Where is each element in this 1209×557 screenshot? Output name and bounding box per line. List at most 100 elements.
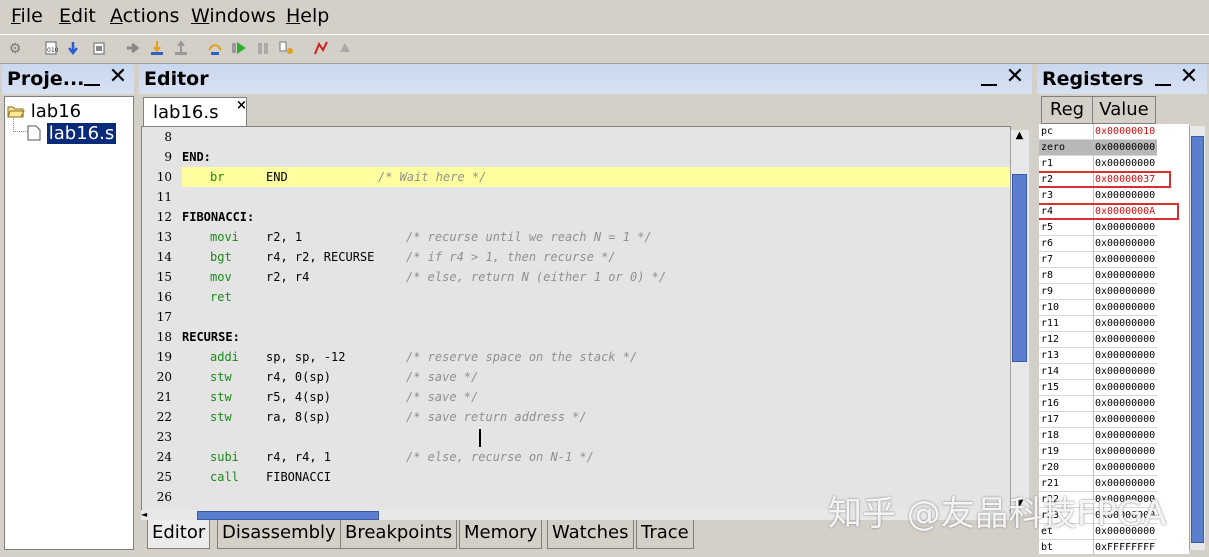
register-value[interactable]: 0xFFFFFFFF [1094,540,1157,554]
continue-icon[interactable] [124,40,142,58]
register-value[interactable]: 0x00000000 [1094,252,1157,268]
register-row[interactable]: r7 0x00000000 [1039,252,1157,268]
register-value[interactable]: 0x00000000 [1094,220,1157,236]
minimize-button[interactable] [981,68,997,88]
register-row[interactable]: r1 0x00000000 [1039,156,1157,172]
register-value[interactable]: 0x00000000 [1094,332,1157,348]
menu-edit[interactable]: Edit [59,5,96,27]
file-tab[interactable]: lab16.s × [143,97,247,126]
code-line[interactable]: subi r4, r4, 1 /* else, recurse on N-1 */ [182,447,1010,467]
register-row[interactable]: r20 0x00000000 [1039,460,1157,476]
menu-help[interactable]: Help [286,5,329,27]
register-row[interactable]: r12 0x00000000 [1039,332,1157,348]
close-button[interactable]: ✕ [108,65,128,89]
download-icon[interactable] [64,40,82,58]
register-row[interactable]: r13 0x00000000 [1039,348,1157,364]
register-value[interactable]: 0x00000000 [1094,460,1157,476]
tab-memory[interactable]: Memory [459,520,543,549]
editor-vertical-scrollbar[interactable]: ▲ ▼ [1010,130,1029,514]
register-value[interactable]: 0x00000000 [1094,300,1157,316]
register-value[interactable]: 0x00000000 [1094,236,1157,252]
code-line[interactable]: addi sp, sp, -12 /* reserve space on the s… [182,347,1010,367]
tab-trace[interactable]: Trace [636,520,694,549]
register-value[interactable]: 0x00000000 [1094,316,1157,332]
tab-editor[interactable]: Editor [147,520,211,549]
register-value[interactable]: 0x00000000 [1094,140,1157,156]
code-line[interactable] [182,127,1010,147]
register-value[interactable]: 0x00000000 [1094,268,1157,284]
step-into-icon[interactable] [148,40,166,58]
menu-windows[interactable]: Windows [191,5,276,27]
register-value[interactable]: 0x00000000 [1094,188,1157,204]
scroll-thumb[interactable] [1012,174,1027,362]
breakpoint-icon[interactable] [312,40,330,58]
col-reg-header[interactable]: Reg [1041,96,1093,124]
code-line[interactable]: call FIBONACCI [182,467,1010,487]
register-value[interactable]: 0x00000000 [1094,284,1157,300]
code-line[interactable]: RECURSE: [182,327,1010,347]
register-row[interactable]: r5 0x00000000 [1039,220,1157,236]
register-row[interactable]: r18 0x00000000 [1039,428,1157,444]
code-line[interactable]: stw r4, 0(sp) /* save */ [182,367,1010,387]
col-value-header[interactable]: Value [1092,96,1156,124]
register-value[interactable]: 0x00000010 [1094,124,1157,140]
register-row[interactable]: pc 0x00000010 [1039,124,1157,140]
reset-icon[interactable] [336,40,354,58]
code-line[interactable]: ret [182,287,1010,307]
register-row[interactable]: r8 0x00000000 [1039,268,1157,284]
code-line[interactable]: END: [182,147,1010,167]
menu-actions[interactable]: Actions [110,5,179,27]
menu-file[interactable]: File [11,5,43,27]
register-row[interactable]: zero 0x00000000 [1039,140,1157,156]
pause-icon[interactable] [254,40,272,58]
register-value[interactable]: 0x00000000 [1094,348,1157,364]
hscroll-thumb[interactable] [197,511,379,520]
register-row[interactable]: r11 0x00000000 [1039,316,1157,332]
code-line[interactable] [182,307,1010,327]
registers-scroll-thumb[interactable] [1191,136,1204,543]
register-row[interactable]: r19 0x00000000 [1039,444,1157,460]
register-value[interactable]: 0x00000000 [1094,396,1157,412]
code-editor[interactable]: 8 9 10 11 12 13 14 15 16 17 18 19 20 21 22 23 24 25 26 END… [141,126,1011,511]
load-icon[interactable]: 010 [42,40,60,58]
gear-icon[interactable]: ⚙ [6,40,24,58]
step-out-icon[interactable] [172,40,190,58]
register-value[interactable]: 0x00000000 [1094,428,1157,444]
close-button[interactable]: ✕ [1179,65,1199,89]
register-value[interactable]: 0x00000000 [1094,364,1157,380]
minimize-button[interactable] [1155,68,1171,88]
code-line[interactable]: br END /* Wait here */ [182,167,1010,187]
register-row[interactable]: r14 0x00000000 [1039,364,1157,380]
minimize-button[interactable] [84,68,100,88]
code-line[interactable]: stw ra, 8(sp) /* save return address */ [182,407,1010,427]
register-row[interactable]: r3 0x00000000 [1039,188,1157,204]
register-row[interactable]: r10 0x00000000 [1039,300,1157,316]
tab-disassembly[interactable]: Disassembly [217,520,341,549]
run-icon[interactable] [230,40,248,58]
register-row[interactable]: r6 0x00000000 [1039,236,1157,252]
scroll-left-icon[interactable]: ◄ [141,510,147,519]
code-line[interactable] [182,187,1010,207]
step-over-icon[interactable] [206,40,224,58]
register-value[interactable]: 0x00000000 [1094,444,1157,460]
register-row[interactable]: r16 0x00000000 [1039,396,1157,412]
tab-close-icon[interactable]: × [236,98,247,113]
scroll-up-icon[interactable]: ▲ [1012,130,1027,145]
code-line[interactable]: movi r2, 1 /* recurse until we reach N = 1… [182,227,1010,247]
code-line[interactable]: mov r2, r4 /* else, return N (either 1 or … [182,267,1010,287]
register-row[interactable]: r9 0x00000000 [1039,284,1157,300]
restart-icon[interactable] [278,40,296,58]
register-row[interactable]: r15 0x00000000 [1039,380,1157,396]
register-value[interactable]: 0x00000000 [1094,156,1157,172]
code-line[interactable]: stw r5, 4(sp) /* save */ [182,387,1010,407]
code-line[interactable]: bgt r4, r2, RECURSE /* if r4 > 1, then rec… [182,247,1010,267]
compile-load-icon[interactable] [90,40,108,58]
tab-watches[interactable]: Watches [547,520,634,549]
registers-vertical-scrollbar[interactable] [1189,126,1205,550]
register-value[interactable]: 0x00000000 [1094,412,1157,428]
code-line[interactable] [182,427,1010,447]
register-row[interactable]: bt 0xFFFFFFFF [1039,540,1157,554]
register-value[interactable]: 0x00000000 [1094,380,1157,396]
tab-breakpoints[interactable]: Breakpoints [340,520,458,549]
tree-file[interactable]: lab16.s [27,123,117,144]
